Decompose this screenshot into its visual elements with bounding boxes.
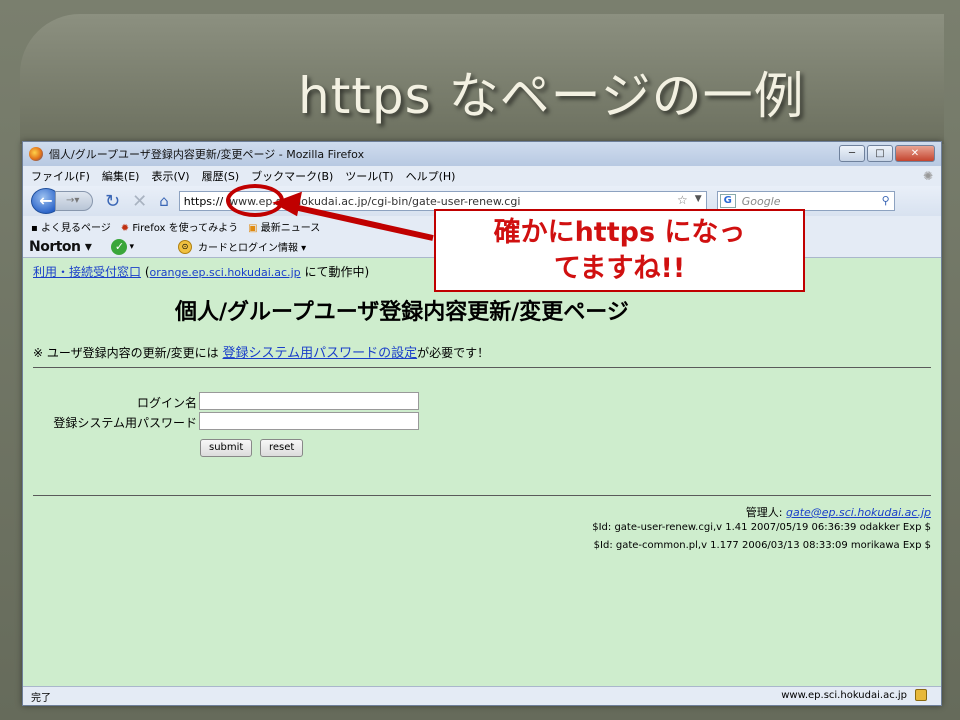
- forward-arrow-icon: →▾: [66, 195, 80, 206]
- back-arrow-icon: ←: [39, 191, 53, 210]
- status-right: www.ep.sci.hokudai.ac.jp: [781, 689, 927, 701]
- callout-line-2: てますね!!: [553, 253, 686, 284]
- admin-email-link[interactable]: gate@ep.sci.hokudai.ac.jp: [786, 506, 931, 519]
- search-icon[interactable]: ⚲: [882, 194, 890, 207]
- forward-button[interactable]: →▾: [55, 191, 93, 211]
- id-line-1: $Id: gate-user-renew.cgi,v 1.41 2007/05/…: [592, 522, 931, 533]
- bookmark-most-visited[interactable]: ▪ よく見るページ: [31, 219, 111, 234]
- google-engine-icon[interactable]: G: [719, 194, 736, 208]
- id-line-2: $Id: gate-common.pl,v 1.177 2006/03/13 0…: [593, 540, 931, 551]
- login-name-label: ログイン名: [136, 396, 197, 410]
- card-login-menu[interactable]: カードとログイン情報 ▾: [198, 239, 306, 254]
- url-dropdown-icon[interactable]: ▼: [695, 194, 702, 204]
- window-titlebar[interactable]: 個人/グループユーザ登録内容更新/変更ページ - Mozilla Firefox…: [23, 142, 941, 166]
- minimize-button[interactable]: ─: [839, 145, 865, 162]
- annotation-callout: 確かにhttps になっ てますね!!: [434, 209, 805, 292]
- url-scheme: https://: [179, 194, 228, 208]
- password-notice: ※ ユーザ登録内容の更新/変更には 登録システム用パスワードの設定が必要です！: [33, 346, 490, 361]
- password-label: 登録システム用パスワード: [53, 416, 197, 430]
- close-button[interactable]: ✕: [895, 145, 935, 162]
- host-link[interactable]: orange.ep.sci.hokudai.ac.jp: [150, 266, 301, 279]
- menu-history[interactable]: 履歴(S): [202, 168, 240, 184]
- bookmark-star-icon[interactable]: ☆: [677, 193, 688, 207]
- throbber-icon: ✺: [922, 169, 933, 183]
- status-domain: www.ep.sci.hokudai.ac.jp: [781, 689, 907, 701]
- top-link-line: 利用・接続受付窓口 (orange.ep.sci.hokudai.ac.jp に…: [33, 265, 370, 279]
- https-highlight-circle: [226, 184, 284, 217]
- divider-bottom: [33, 495, 931, 496]
- divider-top: [33, 367, 931, 368]
- firefox-bookmark-icon: ✹: [120, 222, 130, 234]
- card-login-icon: ⊙: [177, 239, 192, 254]
- menu-bar: ファイル(F) 編集(E) 表示(V) 履歴(S) ブックマーク(B) ツール(…: [23, 166, 941, 186]
- menu-view[interactable]: 表示(V): [151, 168, 189, 184]
- callout-line-1: 確かにhttps になっ: [493, 217, 746, 248]
- window-controls: ─ □ ✕: [839, 145, 935, 162]
- norton-check-icon[interactable]: ✓: [111, 238, 128, 255]
- bookmark-latest-news[interactable]: ▣ 最新ニュース: [248, 219, 320, 234]
- norton-check-dropdown-icon[interactable]: ▾: [129, 242, 134, 252]
- rss-icon: ▣: [248, 222, 258, 234]
- menu-tools[interactable]: ツール(T): [345, 168, 393, 184]
- bookmark-getting-started[interactable]: ✹ Firefox を使ってみよう: [121, 219, 238, 234]
- norton-logo[interactable]: Norton ▾: [29, 239, 92, 255]
- search-box[interactable]: G Google ⚲: [716, 191, 895, 211]
- status-bar: 完了 www.ep.sci.hokudai.ac.jp: [23, 686, 941, 705]
- admin-line: 管理人: gate@ep.sci.hokudai.ac.jp: [745, 506, 931, 519]
- status-text: 完了: [31, 692, 51, 704]
- search-placeholder: Google: [741, 194, 781, 208]
- submit-button[interactable]: submit: [200, 439, 253, 457]
- slide-title: https なページの一例: [298, 67, 805, 125]
- secure-lock-icon[interactable]: [915, 689, 927, 701]
- home-icon[interactable]: ⌂: [159, 192, 169, 210]
- menu-bookmarks[interactable]: ブックマーク(B): [251, 168, 333, 184]
- reset-button[interactable]: reset: [260, 439, 304, 457]
- menu-help[interactable]: ヘルプ(H): [406, 168, 456, 184]
- password-setting-link[interactable]: 登録システム用パスワードの設定: [223, 346, 418, 361]
- page-heading: 個人/グループユーザ登録内容更新/変更ページ: [175, 300, 629, 325]
- login-name-input[interactable]: [199, 392, 419, 410]
- password-input[interactable]: [199, 412, 419, 430]
- firefox-icon: [29, 147, 43, 161]
- reload-icon[interactable]: ↻: [105, 191, 120, 212]
- menu-file[interactable]: ファイル(F): [31, 168, 90, 184]
- stop-icon[interactable]: ✕: [132, 191, 147, 212]
- page-content: 利用・接続受付窓口 (orange.ep.sci.hokudai.ac.jp に…: [23, 258, 941, 686]
- maximize-button[interactable]: □: [867, 145, 893, 162]
- service-desk-link[interactable]: 利用・接続受付窓口: [33, 265, 141, 279]
- window-title: 個人/グループユーザ登録内容更新/変更ページ - Mozilla Firefox: [49, 148, 365, 161]
- menu-edit[interactable]: 編集(E): [102, 168, 140, 184]
